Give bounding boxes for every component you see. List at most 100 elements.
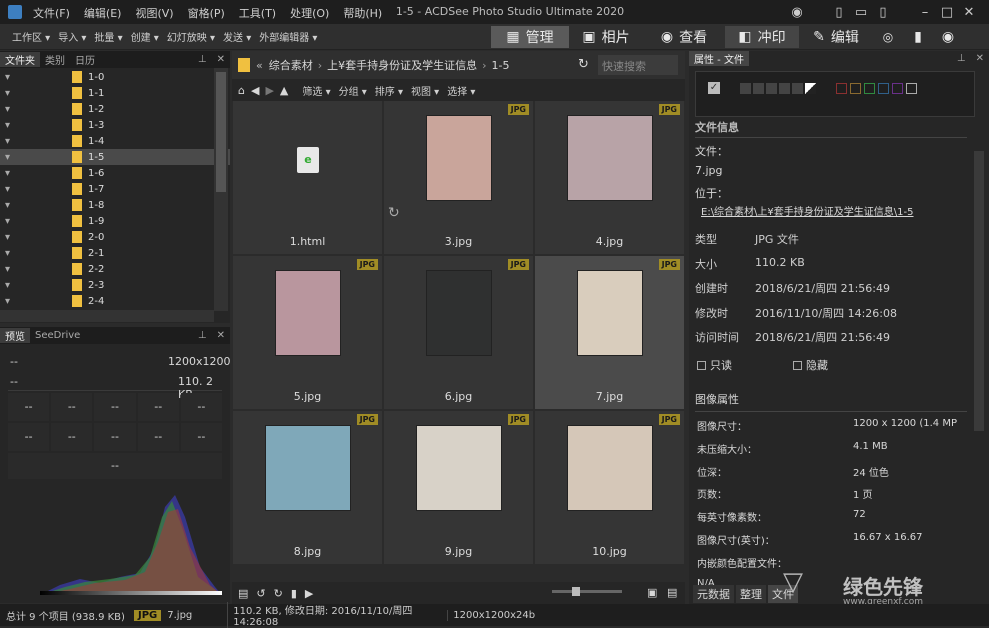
up-icon[interactable]: ▲ (280, 84, 288, 97)
group-button[interactable]: 分组 ▾ (339, 83, 367, 98)
menu-edit[interactable]: 编辑(E) (84, 5, 122, 21)
menu-process[interactable]: 处理(O) (290, 5, 329, 21)
back-icon[interactable]: ◀ (251, 84, 259, 97)
rating-5[interactable] (792, 83, 803, 94)
thumbnail-item[interactable]: JPG 9.jpg (384, 411, 533, 564)
close-icon[interactable]: ✕ (212, 54, 230, 65)
mode-manage[interactable]: ▦ 管理 (491, 26, 569, 48)
readonly-checkbox[interactable] (697, 360, 706, 370)
rating-4[interactable] (779, 83, 790, 94)
365-icon[interactable]: ◎ (873, 26, 903, 48)
tools-icon[interactable]: ◉ (933, 26, 963, 48)
hidden-checkbox[interactable] (793, 360, 802, 370)
thumbnail-item[interactable]: JPG ↻ 3.jpg (384, 101, 533, 254)
rating-3[interactable] (766, 83, 777, 94)
folder-item[interactable]: ▾ 1-0 (0, 69, 230, 85)
folder-scrollbar[interactable] (214, 68, 228, 311)
menu-tools[interactable]: 工具(T) (239, 5, 276, 21)
app-icon[interactable] (8, 5, 22, 19)
list-view-icon[interactable]: ▤ (667, 586, 677, 599)
label-orange[interactable] (850, 83, 861, 94)
thumbnail-item[interactable]: e 1.html (233, 101, 382, 254)
image-view-icon[interactable]: ▣ (647, 586, 657, 599)
play-icon[interactable]: ▶ (305, 587, 313, 600)
folder-item[interactable]: ▾ 1-7 (0, 181, 230, 197)
rotate-right-icon[interactable]: ↻ (274, 587, 283, 600)
properties-scrollbar[interactable] (974, 151, 984, 431)
close-icon[interactable]: ✕ (958, 1, 980, 23)
send-button[interactable]: 发送 ▾ (223, 29, 251, 44)
folder-item[interactable]: ▾ 2-4 (0, 293, 230, 309)
folder-item[interactable]: ▾ 1-9 (0, 213, 230, 229)
folder-item[interactable]: ▾ 1-6 (0, 165, 230, 181)
maximize-icon[interactable]: □ (936, 1, 958, 23)
tab-preview[interactable]: 预览 (0, 328, 30, 343)
clear-rating-icon[interactable] (805, 83, 816, 94)
folder-item[interactable]: ▾ 1-5 (0, 149, 230, 165)
view-button[interactable]: 视图 ▾ (411, 83, 439, 98)
filter-button[interactable]: 筛选 ▾ (302, 83, 330, 98)
user-icon[interactable]: ◉ (786, 1, 808, 23)
folder-item[interactable]: ▾ 2-0 (0, 229, 230, 245)
folder-item[interactable]: ▾ 1-3 (0, 117, 230, 133)
zoom-slider[interactable] (552, 587, 622, 596)
menu-view[interactable]: 视图(V) (135, 5, 173, 21)
close-icon[interactable]: ✕ (971, 53, 989, 64)
folder-item[interactable]: ▾ 2-2 (0, 261, 230, 277)
thumbnail-item[interactable]: JPG 5.jpg (233, 256, 382, 409)
layout-bottom-icon[interactable]: ▭ (850, 1, 872, 23)
external-editor-button[interactable]: 外部编辑器 ▾ (259, 29, 317, 44)
label-blue[interactable] (878, 83, 889, 94)
delete-icon[interactable]: ▮ (291, 587, 297, 600)
rotate-left-icon[interactable]: ↺ (256, 587, 265, 600)
mode-photos[interactable]: ▣ 相片 (569, 26, 643, 48)
tab-seedrive[interactable]: SeeDrive (30, 330, 85, 341)
menu-help[interactable]: 帮助(H) (343, 5, 382, 21)
pin-icon[interactable]: ⊥ (193, 330, 212, 341)
dashboard-icon[interactable]: ▮ (903, 26, 933, 48)
label-purple[interactable] (892, 83, 903, 94)
label-none[interactable] (906, 83, 917, 94)
refresh-icon[interactable]: ↻ (578, 57, 589, 72)
layout-left-icon[interactable]: ▯ (828, 1, 850, 23)
minimize-icon[interactable]: – (914, 1, 936, 23)
thumbnail-item[interactable]: JPG 6.jpg (384, 256, 533, 409)
thumbnail-item[interactable]: JPG 7.jpg (535, 256, 684, 409)
thumbnail-item[interactable]: JPG 10.jpg (535, 411, 684, 564)
folder-item[interactable]: ▾ 1-2 (0, 101, 230, 117)
forward-icon[interactable]: ▶ (265, 84, 273, 97)
quick-search-input[interactable]: 快速搜索 (598, 55, 678, 75)
hidden-option[interactable]: 隐藏 (793, 357, 828, 373)
rating-1[interactable] (740, 83, 751, 94)
thumbnail-item[interactable]: JPG 8.jpg (233, 411, 382, 564)
menu-file[interactable]: 文件(F) (33, 5, 70, 21)
breadcrumb-item[interactable]: 上¥套手持身份证及学生证信息 (327, 57, 477, 73)
readonly-option[interactable]: 只读 (697, 357, 732, 373)
folder-item[interactable]: ▾ 2-1 (0, 245, 230, 261)
tab-metadata[interactable]: 元数据 (693, 585, 734, 603)
location-link[interactable]: E:\综合素材\上¥套手持身份证及学生证信息\1-5 (701, 203, 914, 218)
sort-button[interactable]: 排序 ▾ (375, 83, 403, 98)
tag-checkbox[interactable]: ✓ (708, 82, 720, 94)
tab-folders[interactable]: 文件夹 (0, 52, 40, 67)
tab-organize[interactable]: 整理 (736, 585, 766, 603)
tab-categories[interactable]: 类别 (40, 52, 70, 67)
folder-item[interactable]: ▾ 1-1 (0, 85, 230, 101)
pin-icon[interactable]: ⊥ (952, 53, 971, 64)
folder-item[interactable]: ▾ 2-3 (0, 277, 230, 293)
folder-hscrollbar[interactable] (0, 310, 214, 322)
label-red[interactable] (836, 83, 847, 94)
home-icon[interactable]: ⌂ (238, 84, 245, 97)
folder-item[interactable]: ▾ 1-8 (0, 197, 230, 213)
slideshow-button[interactable]: 幻灯放映 ▾ (167, 29, 215, 44)
rating-2[interactable] (753, 83, 764, 94)
close-icon[interactable]: ✕ (212, 330, 230, 341)
mode-edit[interactable]: ✎ 编辑 (799, 26, 873, 48)
back-chevron-icon[interactable]: « (256, 59, 263, 72)
pin-icon[interactable]: ⊥ (193, 54, 212, 65)
create-button[interactable]: 创建 ▾ (131, 29, 159, 44)
breadcrumb-item[interactable]: 1-5 (492, 59, 510, 72)
mode-view[interactable]: ◉ 查看 (643, 26, 725, 48)
mode-develop[interactable]: ◧ 冲印 (725, 26, 799, 48)
layout-right-icon[interactable]: ▯ (872, 1, 894, 23)
